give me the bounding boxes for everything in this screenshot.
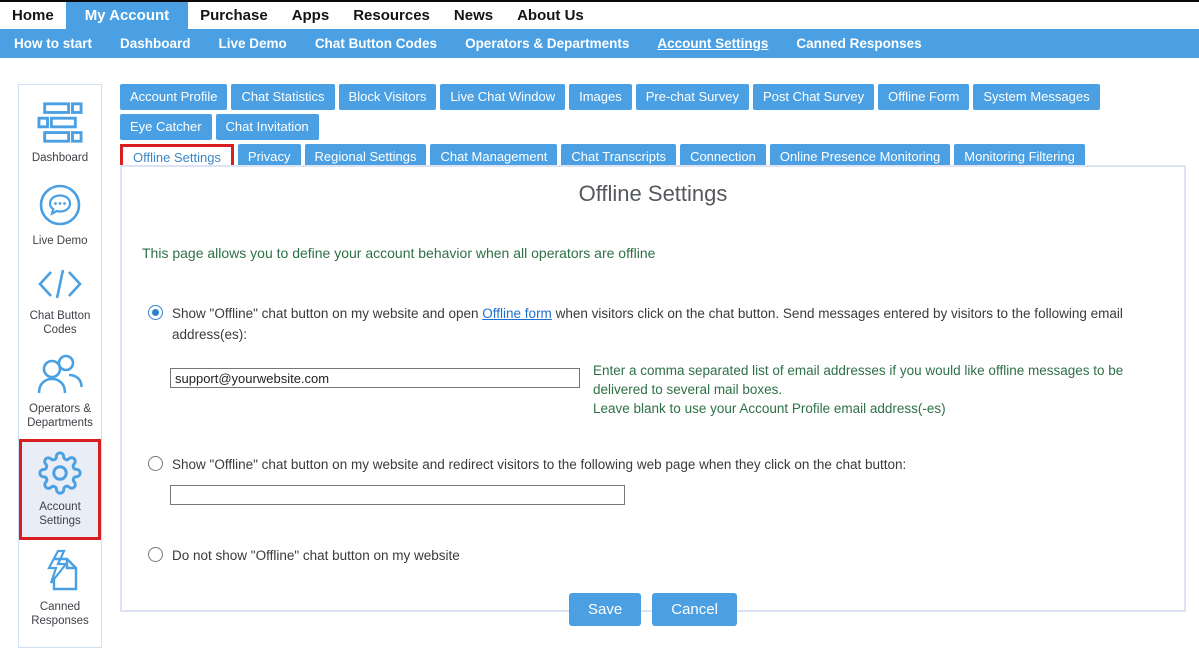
sidebar-label: Operators & Departments [21, 402, 99, 430]
radio-hide-button[interactable] [148, 547, 163, 562]
operators-icon [35, 353, 85, 397]
subnav-account-settings[interactable]: Account Settings [643, 36, 782, 51]
page-description: This page allows you to define your acco… [142, 245, 1164, 261]
subnav-operators-departments[interactable]: Operators & Departments [451, 36, 643, 51]
sidebar-item-canned-responses[interactable]: Canned Responses [19, 540, 101, 637]
cancel-button[interactable]: Cancel [652, 593, 737, 626]
sidebar-label: Dashboard [32, 151, 88, 165]
page-title: Offline Settings [142, 181, 1164, 207]
option-offline-form-label: Show "Offline" chat button on my website… [172, 303, 1162, 345]
canned-responses-icon [36, 547, 84, 595]
topnav-about-us[interactable]: About Us [505, 2, 596, 29]
tab-offline-form[interactable]: Offline Form [878, 84, 969, 110]
app-window: Home My Account Purchase Apps Resources … [0, 0, 1199, 660]
tab-pre-chat-survey[interactable]: Pre-chat Survey [636, 84, 749, 110]
email-row: Enter a comma separated list of email ad… [170, 361, 1164, 418]
subnav-dashboard[interactable]: Dashboard [106, 36, 205, 51]
sidebar-item-account-settings[interactable]: Account Settings [19, 439, 101, 540]
redirect-url-input[interactable] [170, 485, 625, 505]
gear-icon [38, 451, 82, 495]
subnav-canned-responses[interactable]: Canned Responses [782, 36, 935, 51]
top-nav: Home My Account Purchase Apps Resources … [0, 0, 1199, 29]
subnav-live-demo[interactable]: Live Demo [205, 36, 301, 51]
option-offline-form-row: Show "Offline" chat button on my website… [142, 303, 1164, 345]
tab-post-chat-survey[interactable]: Post Chat Survey [753, 84, 874, 110]
tab-chat-invitation[interactable]: Chat Invitation [216, 114, 319, 140]
code-icon [34, 264, 86, 304]
topnav-apps[interactable]: Apps [280, 2, 342, 29]
tab-images[interactable]: Images [569, 84, 632, 110]
radio-redirect[interactable] [148, 456, 163, 471]
dashboard-icon [35, 100, 85, 146]
button-row: Save Cancel [142, 593, 1164, 626]
radio-offline-form[interactable] [148, 305, 163, 320]
topnav-home[interactable]: Home [0, 2, 66, 29]
topnav-my-account[interactable]: My Account [66, 2, 188, 29]
sidebar-item-dashboard[interactable]: Dashboard [19, 93, 101, 174]
tab-account-profile[interactable]: Account Profile [120, 84, 227, 110]
option-redirect-row: Show "Offline" chat button on my website… [142, 454, 1164, 475]
live-demo-icon [36, 181, 84, 229]
topnav-news[interactable]: News [442, 2, 505, 29]
subnav-chat-button-codes[interactable]: Chat Button Codes [301, 36, 451, 51]
tab-chat-statistics[interactable]: Chat Statistics [231, 84, 334, 110]
sub-nav: How to start Dashboard Live Demo Chat Bu… [0, 29, 1199, 58]
tab-row-1: Account Profile Chat Statistics Block Vi… [120, 84, 1190, 140]
save-button[interactable]: Save [569, 593, 641, 626]
sidebar-item-operators-departments[interactable]: Operators & Departments [19, 346, 101, 439]
tab-live-chat-window[interactable]: Live Chat Window [440, 84, 565, 110]
tab-eye-catcher[interactable]: Eye Catcher [120, 114, 212, 140]
option-redirect-label: Show "Offline" chat button on my website… [172, 454, 906, 475]
sidebar-label: Live Demo [33, 234, 88, 248]
sidebar-label: Canned Responses [21, 600, 99, 628]
email-addresses-input[interactable] [170, 368, 580, 388]
sidebar-label: Chat Button Codes [21, 309, 99, 337]
offline-form-link[interactable]: Offline form [482, 306, 552, 321]
option1-text-before: Show "Offline" chat button on my website… [172, 306, 482, 321]
sidebar-label: Account Settings [24, 500, 96, 528]
content-panel: Offline Settings This page allows you to… [120, 165, 1186, 612]
sidebar: Dashboard Live Demo [18, 84, 102, 648]
topnav-resources[interactable]: Resources [341, 2, 442, 29]
subnav-how-to-start[interactable]: How to start [0, 36, 106, 51]
topnav-purchase[interactable]: Purchase [188, 2, 280, 29]
sidebar-item-chat-button-codes[interactable]: Chat Button Codes [19, 257, 101, 346]
tab-block-visitors[interactable]: Block Visitors [339, 84, 437, 110]
email-hint-line1: Enter a comma separated list of email ad… [593, 361, 1133, 399]
tab-system-messages[interactable]: System Messages [973, 84, 1099, 110]
email-hint-line2: Leave blank to use your Account Profile … [593, 399, 1133, 418]
option-hide-button-label: Do not show "Offline" chat button on my … [172, 545, 460, 566]
option-hide-button-row: Do not show "Offline" chat button on my … [142, 545, 1164, 566]
email-hint: Enter a comma separated list of email ad… [593, 361, 1133, 418]
sidebar-item-live-demo[interactable]: Live Demo [19, 174, 101, 257]
